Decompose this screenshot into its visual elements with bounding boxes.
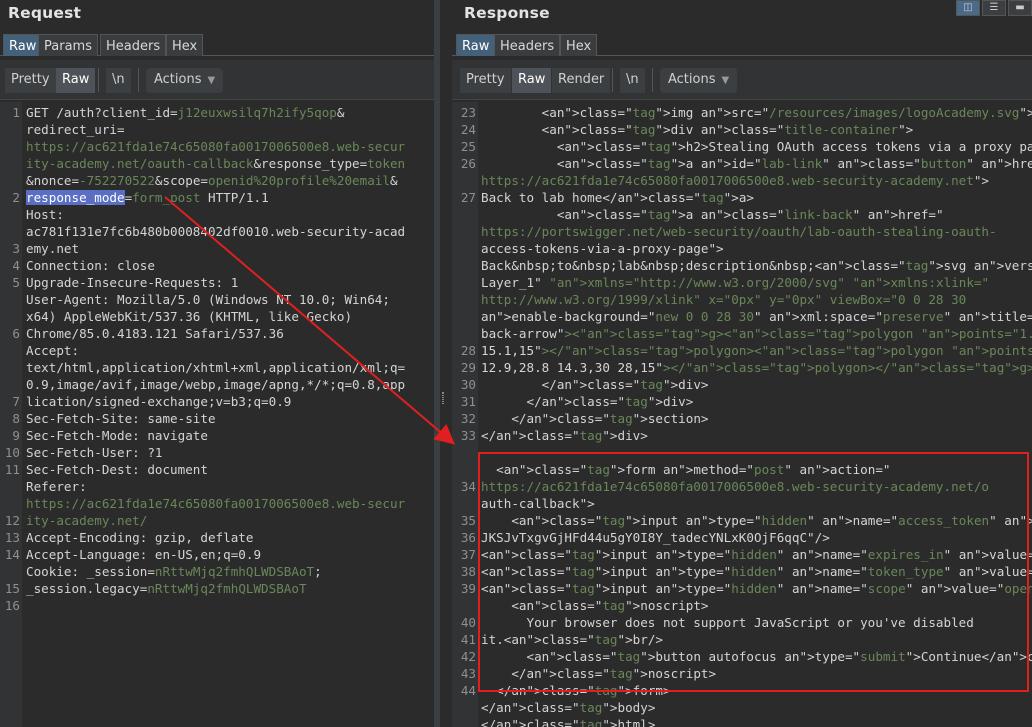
arrow-line <box>164 196 456 445</box>
annotation-arrow <box>164 196 456 445</box>
